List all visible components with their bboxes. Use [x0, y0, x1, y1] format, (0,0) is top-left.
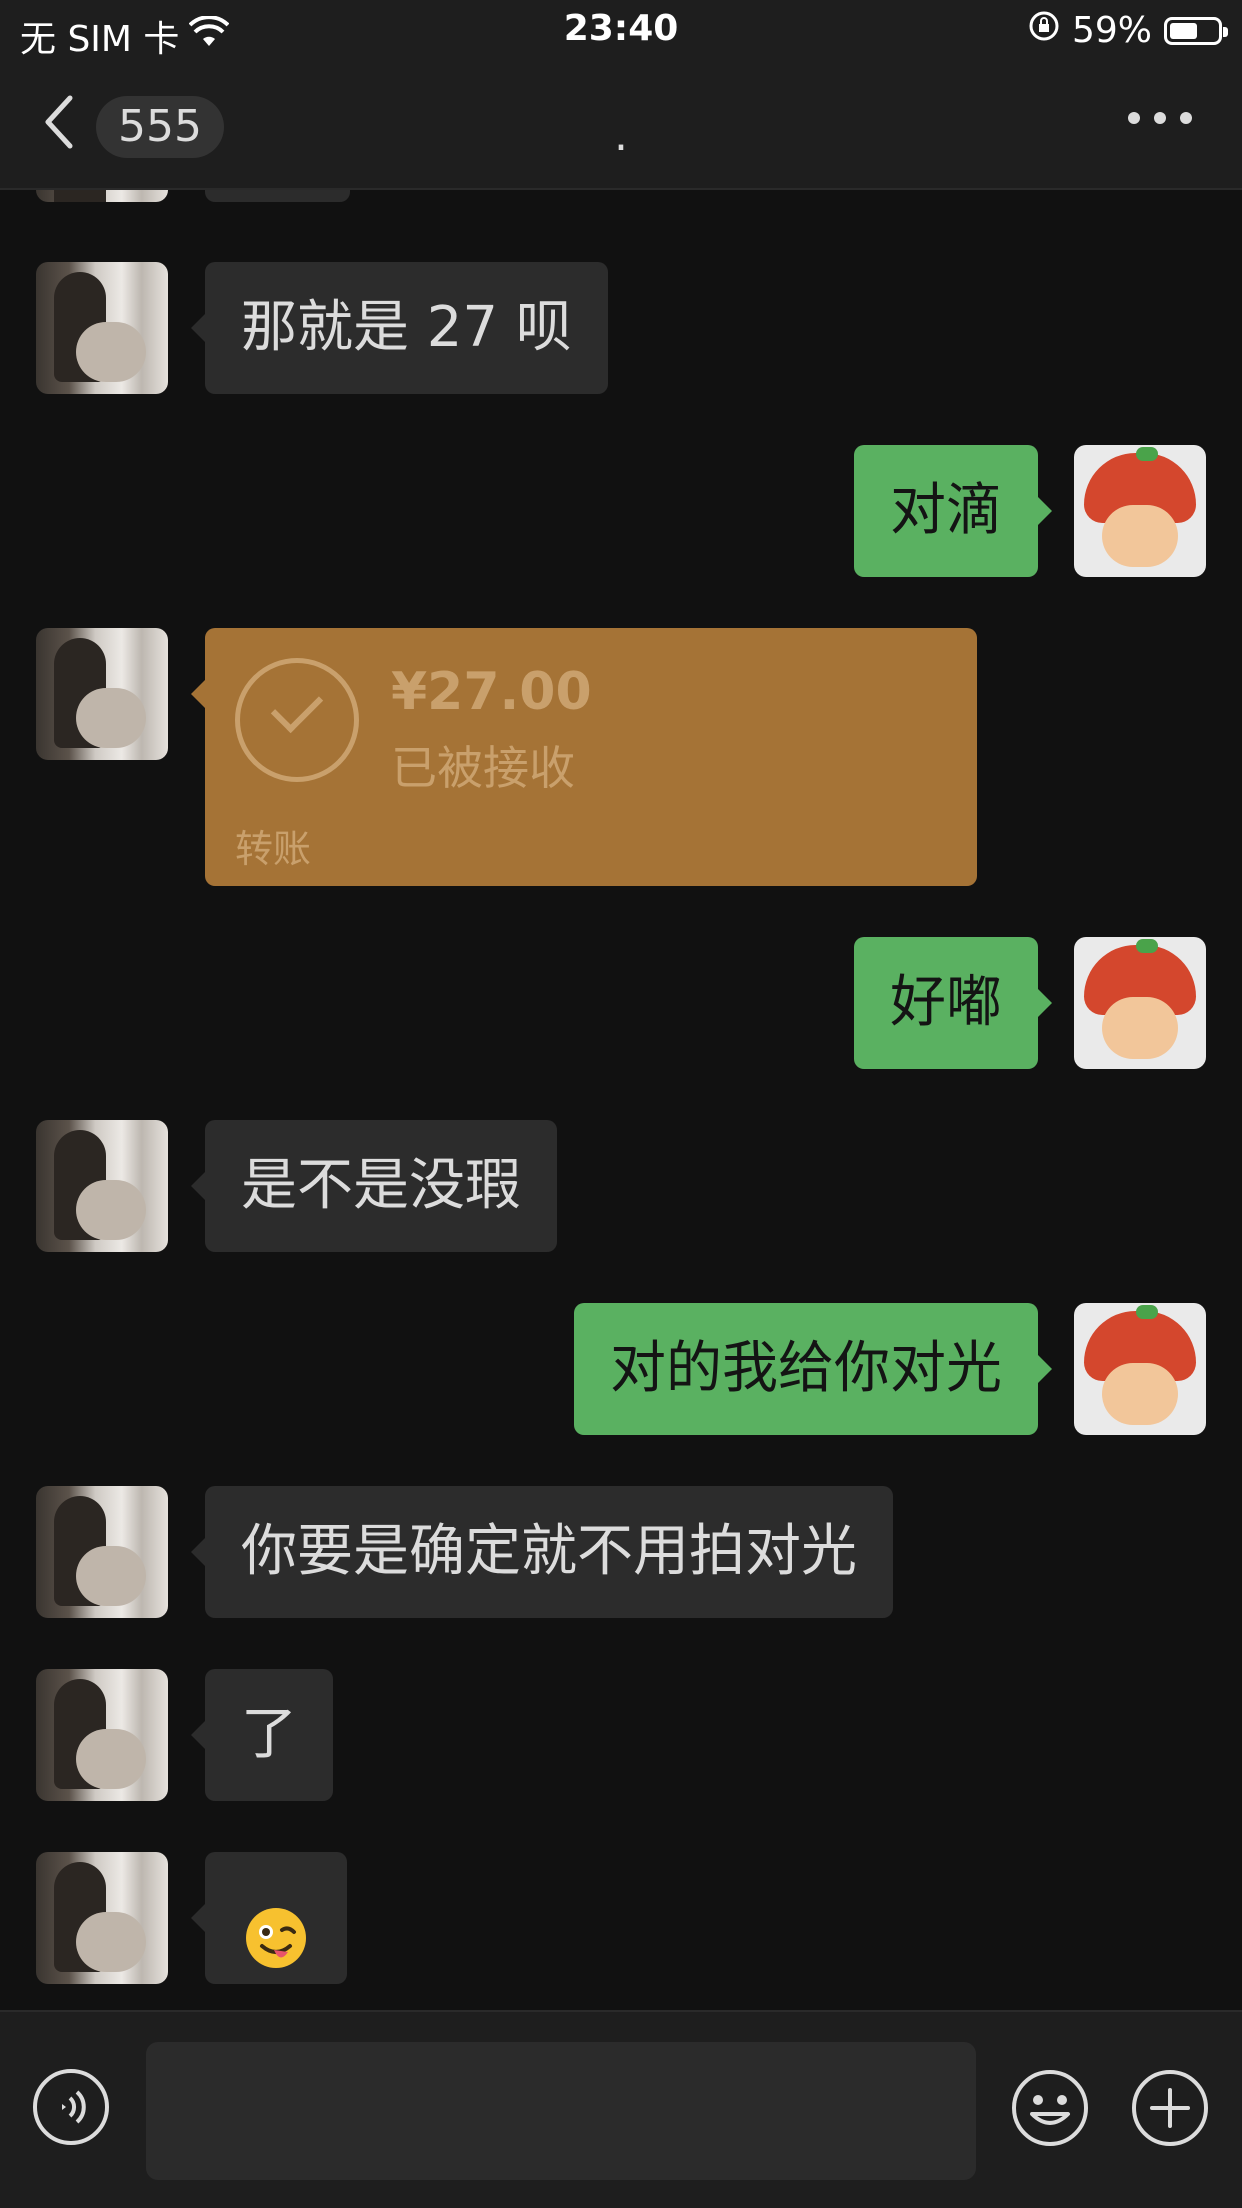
battery-percent: 59% [1071, 10, 1152, 51]
message-bubble-incoming[interactable]: 那就是 27 呗 [191, 262, 608, 394]
contact-avatar[interactable] [36, 1486, 168, 1618]
contact-avatar[interactable] [36, 262, 168, 394]
my-avatar[interactable] [1074, 1303, 1206, 1435]
my-avatar[interactable] [1074, 937, 1206, 1069]
contact-avatar[interactable] [36, 628, 168, 760]
avatar-leaf [1136, 447, 1158, 461]
more-dot [1180, 112, 1192, 124]
orientation-lock-icon [1028, 10, 1060, 51]
battery-icon [1164, 16, 1228, 45]
chat-title: . [614, 110, 628, 161]
message-bubble-incoming[interactable]: 了 [191, 1669, 333, 1801]
check-circle-icon [235, 658, 359, 782]
message-bubble-outgoing[interactable]: 对滴 [854, 445, 1052, 577]
contact-avatar[interactable] [36, 1120, 168, 1252]
message-bubble-outgoing[interactable]: 好嘟 [854, 937, 1052, 1069]
more-dot [1128, 112, 1140, 124]
emoji-button[interactable] [1010, 2068, 1090, 2148]
status-right: 59% [1028, 10, 1228, 51]
contact-avatar[interactable] [36, 1669, 168, 1801]
chat-area[interactable]: 那就是 27 呗 对滴 ¥27.00 已被接收 转账 好嘟 是不是没瑕 对的我给… [0, 190, 1242, 2010]
message-bubble-incoming[interactable]: 是不是没瑕 [191, 1120, 557, 1252]
smiley-icon [1012, 2070, 1088, 2146]
voice-button[interactable] [32, 2068, 110, 2146]
voice-icon [33, 2069, 109, 2145]
message-bubble-partial[interactable] [205, 190, 350, 202]
more-dot [1154, 112, 1166, 124]
avatar-leaf [1136, 1305, 1158, 1319]
plus-button[interactable] [1130, 2068, 1210, 2148]
contact-avatar[interactable] [36, 1852, 168, 1984]
avatar-leaf [1136, 939, 1158, 953]
plus-icon [1132, 2070, 1208, 2146]
transfer-status: 已被接收 [391, 741, 575, 795]
transfer-card[interactable]: ¥27.00 已被接收 转账 [191, 628, 977, 886]
my-avatar[interactable] [1074, 445, 1206, 577]
nav-bar: 555 . [0, 62, 1242, 190]
message-input[interactable] [146, 2042, 976, 2180]
input-bar [0, 2010, 1242, 2208]
message-bubble-incoming[interactable]: 你要是确定就不用拍对光 [191, 1486, 893, 1618]
transfer-label: 转账 [235, 827, 312, 871]
status-bar: 无 SIM 卡 23:40 59% [0, 0, 1242, 62]
more-button[interactable] [1128, 112, 1192, 124]
message-bubble-incoming[interactable] [191, 1852, 347, 1984]
winking-face-with-tongue-icon [244, 1886, 308, 1968]
transfer-amount: ¥27.00 [391, 662, 592, 722]
message-bubble-outgoing[interactable]: 对的我给你对光 [574, 1303, 1052, 1435]
battery-fill [1170, 22, 1197, 39]
contact-avatar[interactable] [36, 190, 168, 202]
